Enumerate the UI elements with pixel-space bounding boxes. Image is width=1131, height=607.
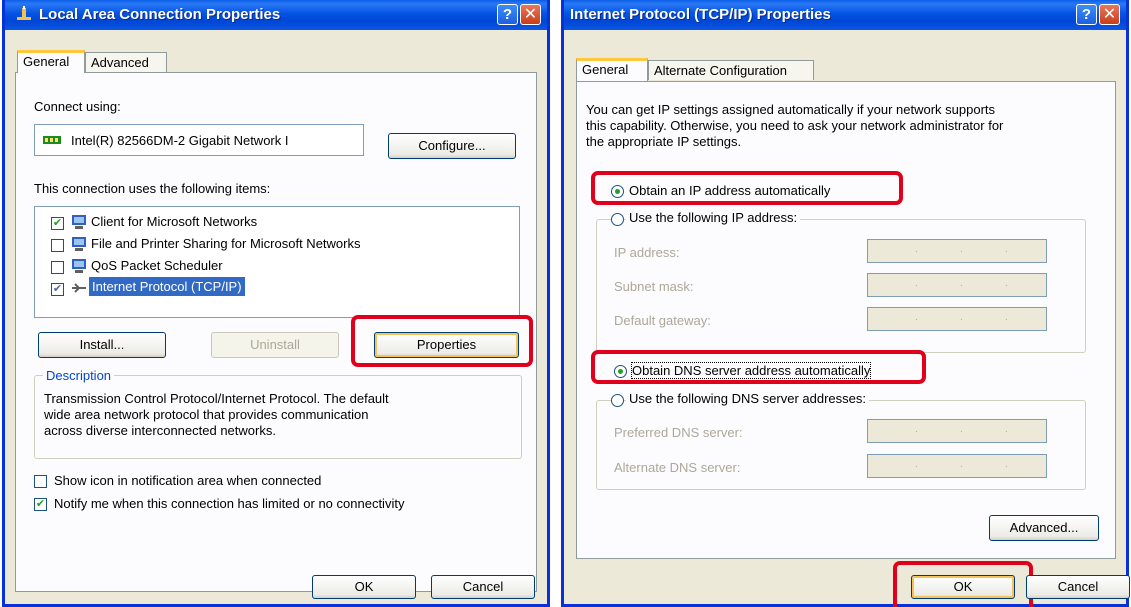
alternate-dns-label: Alternate DNS server: [614, 460, 741, 475]
show-icon-checkbox[interactable] [34, 475, 47, 488]
ip-address-field[interactable]: ... [867, 239, 1047, 263]
computer-icon [72, 259, 86, 273]
preferred-dns-field[interactable]: ... [867, 419, 1047, 443]
computer-icon [72, 215, 86, 229]
highlight-ok [893, 561, 1033, 607]
description-heading: Description [43, 368, 115, 383]
help-button[interactable]: ? [1076, 4, 1097, 25]
cancel-button[interactable]: Cancel [431, 575, 535, 599]
adapter-field: Intel(R) 82566DM-2 Gigabit Network I [34, 124, 364, 156]
install-button[interactable]: Install... [38, 332, 166, 358]
close-button[interactable]: ✕ [520, 4, 541, 25]
highlight-obtain-ip [591, 171, 903, 205]
use-dns-label[interactable]: Use the following DNS server addresses: [626, 391, 869, 406]
show-icon-label: Show icon in notification area when conn… [54, 473, 322, 488]
ip-address-label: IP address: [614, 245, 680, 260]
title-bar[interactable]: Local Area Connection Properties ? ✕ [5, 0, 547, 30]
close-button[interactable]: ✕ [1099, 4, 1120, 25]
adapter-name: Intel(R) 82566DM-2 Gigabit Network I [71, 133, 289, 148]
intro-line: this capability. Otherwise, you need to … [586, 118, 1004, 133]
list-item[interactable]: QoS Packet Scheduler [91, 258, 223, 273]
uninstall-button[interactable]: Uninstall [211, 332, 339, 358]
use-ip-label[interactable]: Use the following IP address: [626, 210, 801, 225]
local-area-connection-dialog: Local Area Connection Properties ? ✕ Gen… [2, 0, 550, 607]
tab-general[interactable]: General [17, 50, 85, 73]
network-adapter-icon [43, 136, 61, 144]
description-line: across diverse interconnected networks. [44, 423, 276, 438]
subnet-mask-field[interactable]: ... [867, 273, 1047, 297]
preferred-dns-label: Preferred DNS server: [614, 425, 743, 440]
help-button[interactable]: ? [497, 4, 518, 25]
use-ip-radio[interactable] [611, 213, 624, 226]
general-panel: Connect using: Intel(R) 82566DM-2 Gigabi… [15, 72, 537, 592]
gateway-field[interactable]: ... [867, 307, 1047, 331]
highlight-obtain-dns [591, 350, 926, 384]
item-checkbox-client[interactable]: ✔ [51, 217, 64, 230]
intro-line: the appropriate IP settings. [586, 134, 742, 149]
list-item[interactable]: File and Printer Sharing for Microsoft N… [91, 236, 360, 251]
tcpip-properties-dialog: Internet Protocol (TCP/IP) Properties ? … [561, 0, 1130, 607]
item-checkbox-tcpip[interactable]: ✔ [51, 283, 64, 296]
list-item[interactable]: Client for Microsoft Networks [91, 214, 257, 229]
subnet-mask-label: Subnet mask: [614, 279, 694, 294]
cancel-button[interactable]: Cancel [1026, 575, 1130, 599]
protocol-icon [72, 283, 86, 293]
use-dns-radio[interactable] [611, 394, 624, 407]
description-line: wide area network protocol that provides… [44, 407, 369, 422]
selected-list-item[interactable]: Internet Protocol (TCP/IP) [89, 277, 245, 296]
general-panel: You can get IP settings assigned automat… [576, 81, 1116, 559]
dialog-title: Local Area Connection Properties [39, 6, 281, 23]
highlight-properties [351, 315, 533, 367]
connect-using-label: Connect using: [34, 99, 121, 114]
notify-label: Notify me when this connection has limit… [54, 496, 405, 511]
tab-general[interactable]: General [576, 58, 648, 81]
item-checkbox-file-sharing[interactable] [51, 239, 64, 252]
gateway-label: Default gateway: [614, 313, 711, 328]
description-line: Transmission Control Protocol/Internet P… [44, 391, 389, 406]
configure-button[interactable]: Configure... [388, 133, 516, 159]
advanced-button[interactable]: Advanced... [989, 515, 1099, 541]
components-list[interactable]: ✔ Client for Microsoft Networks File and… [34, 206, 520, 318]
notify-checkbox[interactable]: ✔ [34, 498, 47, 511]
network-connection-icon [17, 6, 31, 20]
items-label: This connection uses the following items… [34, 181, 271, 196]
dialog-title: Internet Protocol (TCP/IP) Properties [570, 6, 831, 23]
alternate-dns-field[interactable]: ... [867, 454, 1047, 478]
computer-icon [72, 237, 86, 251]
item-checkbox-qos[interactable] [51, 261, 64, 274]
tab-advanced[interactable]: Advanced [85, 52, 167, 72]
ok-button[interactable]: OK [312, 575, 416, 599]
intro-line: You can get IP settings assigned automat… [586, 102, 996, 117]
title-bar[interactable]: Internet Protocol (TCP/IP) Properties ? … [564, 0, 1126, 30]
tab-alternate-configuration[interactable]: Alternate Configuration [648, 60, 814, 80]
